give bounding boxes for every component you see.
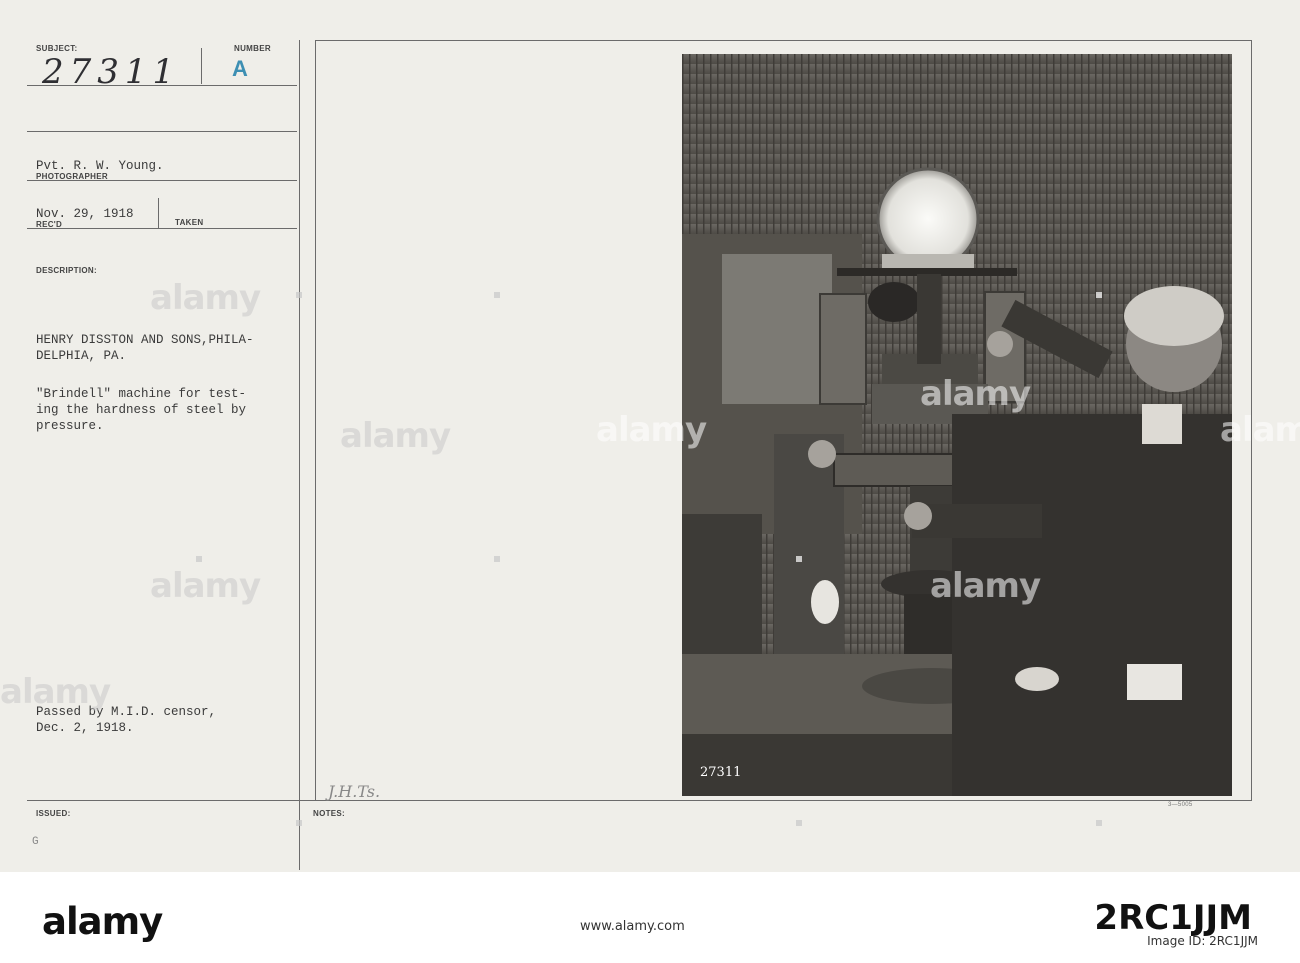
alamy-logo[interactable]: alamy [42, 900, 163, 943]
description-line [36, 364, 254, 386]
description-line: DELPHIA, PA. [36, 349, 127, 363]
image-id-label: Image ID: 2RC1JJM [1147, 934, 1258, 948]
photograph: 27311 [682, 54, 1232, 796]
watermark: alamy [920, 374, 1031, 414]
rule-4 [27, 228, 297, 229]
description-line: pressure. [36, 419, 104, 433]
watermark: alamy [596, 410, 707, 450]
description-line: ing the hardness of steel by [36, 403, 247, 417]
number-label: NUMBER [234, 44, 271, 53]
rule-2 [27, 131, 297, 132]
photo-number: 27311 [700, 765, 741, 780]
date-divider [158, 198, 159, 228]
description-text: HENRY DISSTON AND SONS,PHILA- DELPHIA, P… [36, 332, 254, 434]
rule-1 [27, 85, 297, 86]
image-id: 2RC1JJM [1094, 898, 1252, 938]
watermark: alamy [930, 566, 1041, 606]
watermark: alamy [0, 672, 111, 712]
box-top [315, 40, 1252, 41]
rule-3 [27, 180, 297, 181]
watermark: alamy [340, 416, 451, 456]
number-letter: A [232, 56, 248, 81]
stock-footer: alamy www.alamy.com 2RC1JJM Image ID: 2R… [0, 872, 1300, 963]
watermark: alamy [150, 278, 261, 318]
form-code: 3—5005 [1168, 802, 1193, 808]
notes-initials: J.H.Ts. [328, 782, 381, 801]
subject-number: 27311 [42, 52, 181, 92]
description-line: "Brindell" machine for test- [36, 387, 247, 401]
column-divider [299, 40, 300, 870]
watermark: alamy [150, 566, 261, 606]
subject-divider [201, 48, 202, 84]
box-left [315, 40, 316, 800]
description-line: HENRY DISSTON AND SONS,PHILA- [36, 333, 254, 347]
description-label: DESCRIPTION: [36, 266, 97, 275]
taken-label: TAKEN [175, 218, 204, 227]
archive-card: SUBJECT: 27311 NUMBER A Pvt. R. W. Young… [0, 0, 1300, 872]
bottom-rule [27, 800, 1252, 801]
notes-label: NOTES: [313, 809, 346, 818]
censor-line: Dec. 2, 1918. [36, 721, 134, 735]
issued-mark: G [32, 836, 39, 848]
issued-label: ISSUED: [36, 809, 71, 818]
alamy-url[interactable]: www.alamy.com [580, 919, 685, 934]
watermark: alamy [1220, 410, 1300, 450]
